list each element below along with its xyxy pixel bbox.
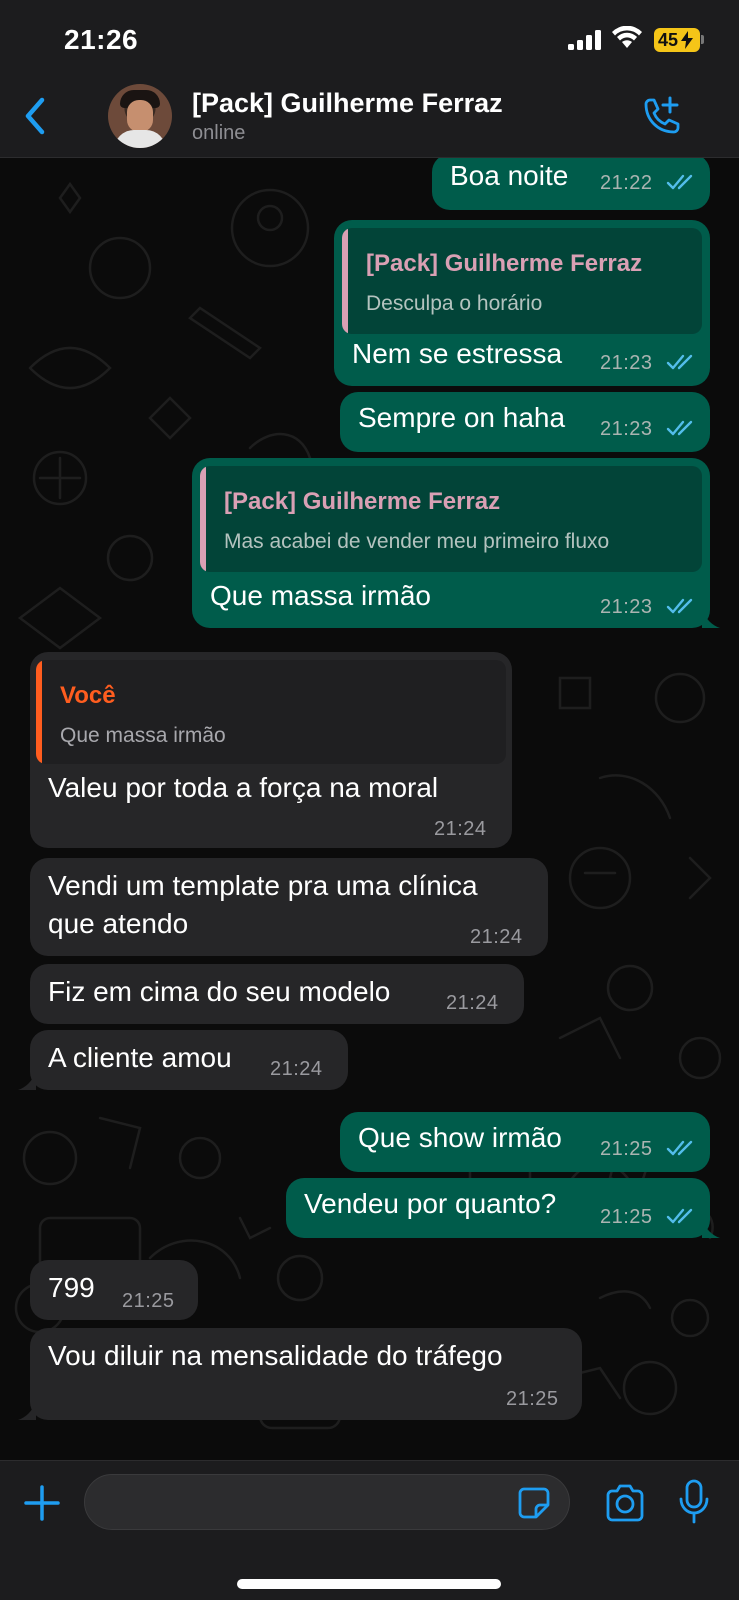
message-text: A cliente amou bbox=[48, 1042, 232, 1073]
message-text: Vendeu por quanto? bbox=[304, 1188, 557, 1219]
message-bubble-incoming[interactable]: 799 21:25 bbox=[30, 1260, 198, 1320]
message-bubble-outgoing[interactable]: Que show irmão 21:25 bbox=[340, 1112, 710, 1172]
message-text: Vou diluir na mensalidade do tráfego bbox=[48, 1340, 503, 1371]
message-text: que atendo bbox=[48, 908, 189, 939]
camera-icon[interactable] bbox=[604, 1483, 646, 1523]
message-text: Boa noite bbox=[450, 160, 569, 191]
cellular-signal-icon bbox=[568, 30, 601, 50]
message-text: Que massa irmão bbox=[210, 580, 431, 611]
back-chevron-icon[interactable] bbox=[20, 94, 50, 138]
message-bubble-outgoing[interactable]: [Pack] Guilherme Ferraz Desculpa o horár… bbox=[334, 220, 710, 386]
home-indicator bbox=[237, 1579, 501, 1589]
microphone-icon[interactable] bbox=[678, 1479, 710, 1525]
message-time: 21:24 bbox=[446, 992, 499, 1014]
read-ticks-icon bbox=[666, 420, 693, 436]
plus-icon[interactable] bbox=[22, 1483, 62, 1523]
message-bubble-outgoing[interactable]: Boa noite 21:22 bbox=[432, 158, 710, 210]
status-time: 21:26 bbox=[64, 24, 139, 55]
message-text: Fiz em cima do seu modelo bbox=[48, 976, 391, 1007]
add-call-icon[interactable] bbox=[640, 94, 684, 138]
message-time: 21:25 bbox=[122, 1290, 175, 1312]
message-text: Sempre on haha bbox=[358, 402, 566, 433]
bubble-tail-incoming bbox=[18, 1402, 36, 1420]
message-time: 21:25 bbox=[600, 1206, 653, 1228]
message-time: 21:25 bbox=[600, 1138, 653, 1160]
quoted-text: Que massa irmão bbox=[60, 724, 226, 747]
sticker-icon[interactable] bbox=[516, 1485, 552, 1521]
message-time: 21:22 bbox=[600, 172, 653, 194]
message-text: 799 bbox=[48, 1272, 95, 1303]
message-bubble-outgoing[interactable]: [Pack] Guilherme Ferraz Mas acabei de ve… bbox=[192, 458, 710, 628]
message-time: 21:24 bbox=[470, 926, 523, 948]
quoted-message[interactable]: [Pack] Guilherme Ferraz Mas acabei de ve… bbox=[200, 466, 702, 572]
quoted-message[interactable]: [Pack] Guilherme Ferraz Desculpa o horár… bbox=[342, 228, 702, 334]
bubble-tail-outgoing bbox=[702, 1220, 720, 1238]
contact-status: online bbox=[192, 122, 246, 144]
quoted-sender: [Pack] Guilherme Ferraz bbox=[366, 250, 643, 277]
message-bubble-outgoing[interactable]: Sempre on haha 21:23 bbox=[340, 392, 710, 452]
bubble-tail-outgoing bbox=[702, 610, 720, 628]
charging-bolt-icon bbox=[681, 31, 693, 49]
bubble-tail-incoming bbox=[18, 1072, 36, 1090]
quoted-text: Mas acabei de vender meu primeiro fluxo bbox=[224, 530, 610, 553]
message-bubble-incoming[interactable]: Vendi um template pra uma clínica que at… bbox=[30, 858, 548, 956]
battery-tip bbox=[701, 35, 704, 44]
message-time: 21:23 bbox=[600, 596, 653, 618]
status-bar: 21:26 45 bbox=[0, 0, 739, 80]
message-text: Valeu por toda a força na moral bbox=[48, 772, 439, 803]
message-bubble-incoming[interactable]: Você Que massa irmão Valeu por toda a fo… bbox=[30, 652, 512, 848]
message-list[interactable]: Boa noite 21:22 [Pack] Guilherme Ferraz … bbox=[0, 158, 739, 1460]
quoted-sender: Você bbox=[60, 682, 116, 709]
message-time: 21:23 bbox=[600, 418, 653, 440]
message-time: 21:24 bbox=[270, 1058, 323, 1080]
message-bubble-outgoing[interactable]: Vendeu por quanto? 21:25 bbox=[286, 1178, 710, 1238]
read-ticks-icon bbox=[666, 1208, 693, 1224]
message-bubble-incoming[interactable]: Fiz em cima do seu modelo 21:24 bbox=[30, 964, 524, 1024]
message-text: Que show irmão bbox=[358, 1122, 562, 1153]
read-ticks-icon bbox=[666, 354, 693, 370]
message-composer bbox=[0, 1460, 739, 1600]
chat-header: [Pack] Guilherme Ferraz online bbox=[0, 80, 739, 158]
message-time: 21:23 bbox=[600, 352, 653, 374]
message-text: Vendi um template pra uma clínica bbox=[48, 870, 478, 901]
message-bubble-incoming[interactable]: Vou diluir na mensalidade do tráfego 21:… bbox=[30, 1328, 582, 1420]
quoted-sender: [Pack] Guilherme Ferraz bbox=[224, 488, 501, 515]
message-input[interactable] bbox=[105, 1485, 505, 1521]
read-ticks-icon bbox=[666, 1140, 693, 1156]
wifi-icon bbox=[612, 26, 642, 48]
message-text: Nem se estressa bbox=[352, 338, 563, 369]
read-ticks-icon bbox=[666, 598, 693, 614]
message-time: 21:25 bbox=[506, 1388, 559, 1410]
read-ticks-icon bbox=[666, 174, 693, 190]
contact-name[interactable]: [Pack] Guilherme Ferraz bbox=[192, 88, 503, 119]
message-time: 21:24 bbox=[434, 818, 487, 840]
message-bubble-incoming[interactable]: A cliente amou 21:24 bbox=[30, 1030, 348, 1090]
message-input-container[interactable] bbox=[84, 1474, 570, 1530]
quoted-message[interactable]: Você Que massa irmão bbox=[36, 660, 506, 764]
avatar[interactable] bbox=[108, 84, 172, 148]
quoted-text: Desculpa o horário bbox=[366, 292, 543, 315]
